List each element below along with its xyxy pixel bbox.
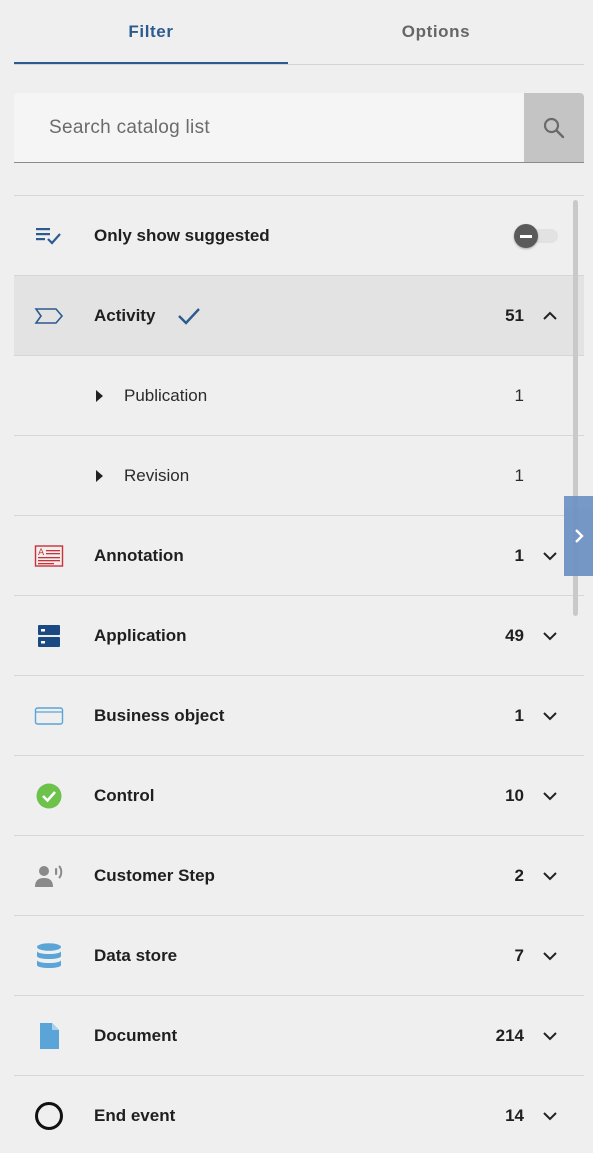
subcategory-label: Publication (124, 386, 208, 405)
category-label: Annotation (94, 546, 184, 565)
tab-bar: Filter Options (14, 0, 584, 65)
category-count: 10 (505, 786, 524, 805)
category-row-activity[interactable]: Activity 51 (14, 276, 584, 356)
chevron-down-icon[interactable] (542, 628, 558, 644)
chevron-right-icon (574, 529, 584, 543)
toggle-knob (514, 224, 538, 248)
expand-panel-handle[interactable] (564, 496, 593, 576)
category-count: 1 (514, 706, 524, 725)
chevron-down-icon[interactable] (542, 1028, 558, 1044)
chevron-down-icon[interactable] (542, 868, 558, 884)
subcategory-label: Revision (124, 466, 190, 485)
caret-right-icon[interactable] (96, 470, 103, 482)
category-row-document[interactable]: Document 214 (14, 996, 584, 1076)
category-row-data-store[interactable]: Data store 7 (14, 916, 584, 996)
category-row-annotation[interactable]: A Annotation 1 (14, 516, 584, 596)
subcategory-row-revision[interactable]: Revision 1 (14, 436, 584, 516)
catalog-search (14, 93, 584, 163)
chevron-down-icon[interactable] (542, 948, 558, 964)
category-count: 2 (514, 866, 524, 885)
tab-filter[interactable]: Filter (14, 0, 288, 64)
category-label: Data store (94, 946, 178, 965)
business-object-icon (34, 702, 64, 730)
selected-check-icon (178, 308, 200, 325)
subcategory-row-publication[interactable]: Publication 1 (14, 356, 584, 436)
only-show-suggested-label: Only show suggested (94, 226, 270, 245)
category-label: Application (94, 626, 187, 645)
subcategory-count: 1 (514, 466, 524, 485)
application-server-icon (34, 622, 64, 650)
category-count: 14 (505, 1106, 524, 1125)
chevron-up-icon[interactable] (542, 308, 558, 324)
category-count: 1 (514, 546, 524, 565)
category-label: Control (94, 786, 155, 805)
category-row-business-object[interactable]: Business object 1 (14, 676, 584, 756)
chevron-down-icon[interactable] (542, 708, 558, 724)
database-icon (34, 942, 64, 970)
category-label: Activity (94, 306, 156, 325)
active-tab-indicator (14, 62, 288, 64)
playlist-check-icon (34, 222, 64, 250)
end-event-circle-icon (34, 1102, 64, 1130)
chevron-down-icon[interactable] (542, 788, 558, 804)
caret-right-icon[interactable] (96, 390, 103, 402)
category-row-end-event[interactable]: End event 14 (14, 1076, 584, 1153)
category-count: 49 (505, 626, 524, 645)
search-input[interactable] (14, 93, 524, 162)
svg-text:A: A (38, 548, 45, 558)
subcategory-count: 1 (514, 386, 524, 405)
suggested-toggle[interactable] (514, 224, 560, 248)
only-show-suggested-row[interactable]: Only show suggested (14, 196, 584, 276)
category-label: Document (94, 1026, 178, 1045)
category-row-application[interactable]: Application 49 (14, 596, 584, 676)
category-row-control[interactable]: Control 10 (14, 756, 584, 836)
check-circle-icon (34, 782, 64, 810)
search-icon (543, 117, 565, 138)
document-icon (34, 1022, 64, 1050)
category-label: Business object (94, 706, 225, 725)
chevron-down-icon[interactable] (542, 548, 558, 564)
customer-voice-icon (34, 862, 64, 890)
search-button[interactable] (524, 93, 584, 162)
category-label: Customer Step (94, 866, 215, 885)
catalog-list: Only show suggested Activity 51 Publicat… (14, 195, 584, 1153)
category-row-customer-step[interactable]: Customer Step 2 (14, 836, 584, 916)
annotation-icon: A (34, 542, 64, 570)
tab-options[interactable]: Options (288, 0, 584, 64)
category-count: 51 (505, 306, 524, 325)
activity-tag-icon (34, 302, 64, 330)
chevron-down-icon[interactable] (542, 1108, 558, 1124)
category-count: 214 (495, 1026, 524, 1045)
category-label: End event (94, 1106, 176, 1125)
category-count: 7 (514, 946, 524, 965)
